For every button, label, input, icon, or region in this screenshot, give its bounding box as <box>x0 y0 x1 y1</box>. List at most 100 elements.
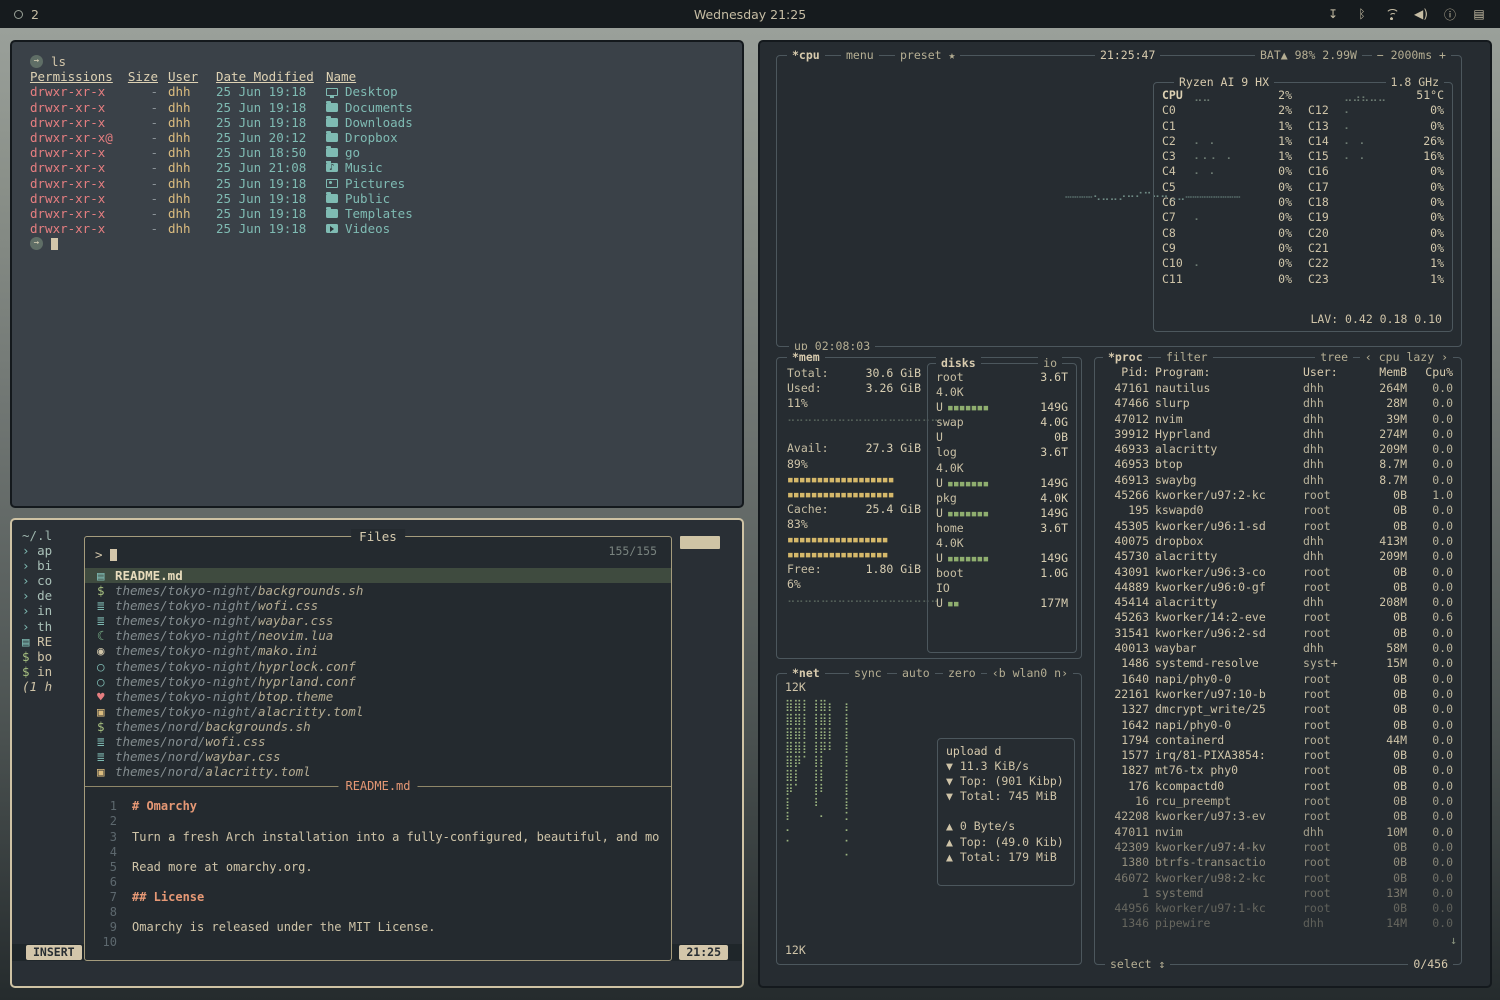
preview-line: 9Omarchy is released under the MIT Licen… <box>95 920 661 935</box>
tree-toggle[interactable]: tree <box>1315 350 1353 365</box>
tray-volume-icon[interactable]: ◀) <box>1414 7 1428 21</box>
tray-bluetooth-icon[interactable]: ᛒ <box>1355 7 1369 21</box>
workspace-indicator[interactable]: 2 <box>14 7 39 22</box>
net-interface-selector[interactable]: ‹b wlan0 n› <box>987 666 1073 681</box>
net-auto-button[interactable]: auto <box>897 666 935 681</box>
process-row[interactable]: 45414 alacritty dhh 208M 0.0 <box>1103 595 1453 610</box>
tray-download-icon[interactable]: ↧ <box>1326 7 1340 21</box>
disk-line: 4.0K <box>936 536 1068 551</box>
file-tree-item[interactable]: › in <box>22 603 86 618</box>
process-row[interactable]: 46913 swaybg dhh 8.7M 0.0 <box>1103 473 1453 488</box>
cpu-panel-title[interactable]: *cpu <box>787 48 825 63</box>
file-tree-item[interactable]: › th <box>22 619 86 634</box>
filter-button[interactable]: filter <box>1161 350 1213 365</box>
picker-item[interactable]: ▤README.md <box>85 568 671 583</box>
picker-item[interactable]: ○themes/tokyo-night/hyprland.conf <box>85 674 671 689</box>
file-tree-item[interactable]: (1 h <box>22 679 86 694</box>
process-row[interactable]: 47466 slurp dhh 28M 0.0 <box>1103 396 1453 411</box>
process-row[interactable]: 42309 kworker/u97:4-kv root 0B 0.0 <box>1103 840 1453 855</box>
disk-line: 4.0K <box>936 461 1068 476</box>
process-row[interactable]: 46933 alacritty dhh 209M 0.0 <box>1103 442 1453 457</box>
process-row[interactable]: 42208 kworker/u97:3-ev root 0B 0.0 <box>1103 809 1453 824</box>
process-row[interactable]: 195 kswapd0 root 0B 0.0 <box>1103 503 1453 518</box>
process-row[interactable]: 47011 nvim dhh 10M 0.0 <box>1103 825 1453 840</box>
disk-line: home 3.6T <box>936 521 1068 536</box>
process-row[interactable]: 45305 kworker/u96:1-sd root 0B 0.0 <box>1103 519 1453 534</box>
process-row[interactable]: 1577 irq/81-PIXA3854: root 0B 0.0 <box>1103 748 1453 763</box>
process-row[interactable]: 31541 kworker/u96:2-sd root 0B 0.0 <box>1103 626 1453 641</box>
sort-selector[interactable]: ‹ cpu lazy › <box>1360 350 1453 365</box>
process-row[interactable]: 1640 napi/phy0-0 root 0B 0.0 <box>1103 672 1453 687</box>
picker-item[interactable]: $themes/nord/backgrounds.sh <box>85 719 671 734</box>
process-row[interactable]: 16 rcu_preempt root 0B 0.0 <box>1103 794 1453 809</box>
process-row[interactable]: 176 kcompactd0 root 0B 0.0 <box>1103 779 1453 794</box>
file-tree-item[interactable]: › ap <box>22 543 86 558</box>
process-table-header[interactable]: Pid: Program: User: MemB Cpu% <box>1103 365 1453 380</box>
file-tree-item[interactable]: › de <box>22 588 86 603</box>
process-row[interactable]: 1794 containerd root 44M 0.0 <box>1103 733 1453 748</box>
file-tree-item[interactable]: › co <box>22 573 86 588</box>
terminal-cursor[interactable] <box>51 238 58 250</box>
picker-item[interactable]: ≣themes/nord/waybar.css <box>85 749 671 764</box>
scroll-indicator[interactable] <box>680 536 720 549</box>
file-tree-item[interactable]: $ bo <box>22 649 86 664</box>
process-row[interactable]: 1486 systemd-resolve syst+ 15M 0.0 <box>1103 656 1453 671</box>
process-row[interactable]: 46072 kworker/u98:2-kc root 0B 0.0 <box>1103 871 1453 886</box>
picker-item[interactable]: ☾themes/tokyo-night/neovim.lua <box>85 628 671 643</box>
picker-item[interactable]: $themes/tokyo-night/backgrounds.sh <box>85 583 671 598</box>
picker-item[interactable]: ≣themes/tokyo-night/waybar.css <box>85 613 671 628</box>
process-row[interactable]: 45266 kworker/u97:2-kc root 0B 1.0 <box>1103 488 1453 503</box>
memory-stat-line: 83% <box>787 517 921 532</box>
tray-clipboard-icon[interactable]: ▤ <box>1472 7 1486 21</box>
process-row[interactable]: 46953 btop dhh 8.7M 0.0 <box>1103 457 1453 472</box>
tray-info-icon[interactable]: ⓘ <box>1443 6 1457 23</box>
disks-panel-title[interactable]: disks <box>936 356 981 371</box>
process-row[interactable]: 1642 napi/phy0-0 root 0B 0.0 <box>1103 718 1453 733</box>
process-row[interactable]: 1327 dmcrypt_write/25 root 0B 0.0 <box>1103 702 1453 717</box>
process-row[interactable]: 40075 dropbox dhh 413M 0.0 <box>1103 534 1453 549</box>
network-graph-line: ⣿⣿⡇⢸⡿⠇⠀⡇ <box>785 740 852 754</box>
net-sync-button[interactable]: sync <box>849 666 887 681</box>
menu-button[interactable]: menu <box>841 48 879 63</box>
picker-item[interactable]: ≣themes/tokyo-night/wofi.css <box>85 598 671 613</box>
file-tree-item[interactable]: $ in <box>22 664 86 679</box>
tray-wifi-icon[interactable] <box>1384 9 1399 20</box>
picker-item[interactable]: ≣themes/nord/wofi.css <box>85 734 671 749</box>
picker-search-input[interactable]: > <box>95 545 661 565</box>
file-tree-item[interactable]: ▤ RE <box>22 634 86 649</box>
process-row[interactable]: 43091 kworker/u96:3-co root 0B 0.0 <box>1103 565 1453 580</box>
process-row[interactable]: 47161 nautilus dhh 264M 0.0 <box>1103 381 1453 396</box>
picker-item[interactable]: ▣themes/nord/alacritty.toml <box>85 764 671 779</box>
line-number: 2 <box>95 814 117 829</box>
ls-header-cell: Size <box>124 69 158 84</box>
process-row[interactable]: 45730 alacritty dhh 209M 0.0 <box>1103 549 1453 564</box>
file-type-icon: ≣ <box>97 734 115 749</box>
system-tray: ↧ ᛒ ◀) ⓘ ▤ <box>1326 6 1486 23</box>
process-row[interactable]: 45263 kworker/14:2-eve root 0B 0.6 <box>1103 610 1453 625</box>
process-panel-title[interactable]: *proc <box>1103 350 1148 365</box>
process-row[interactable]: 1827 mt76-tx phy0 root 0B 0.0 <box>1103 763 1453 778</box>
picker-item[interactable]: ◉themes/tokyo-night/mako.ini <box>85 643 671 658</box>
process-row[interactable]: 1380 btrfs-transactio root 0B 0.0 <box>1103 855 1453 870</box>
picker-item[interactable]: ▣themes/tokyo-night/alacritty.toml <box>85 704 671 719</box>
file-tree-item[interactable]: › bi <box>22 558 86 573</box>
process-row[interactable]: 1 systemd root 13M 0.0 <box>1103 886 1453 901</box>
memory-panel-title[interactable]: *mem <box>787 350 825 365</box>
net-zero-button[interactable]: zero <box>943 666 981 681</box>
file-name: Templates <box>326 206 742 221</box>
process-row[interactable]: 22161 kworker/u97:10-b root 0B 0.0 <box>1103 687 1453 702</box>
network-panel-title[interactable]: *net <box>787 666 825 681</box>
process-row[interactable]: 39912 Hyprland dhh 274M 0.0 <box>1103 427 1453 442</box>
process-row[interactable]: 40013 waybar dhh 58M 0.0 <box>1103 641 1453 656</box>
process-row[interactable]: 44956 kworker/u97:1-kc root 0B 0.0 <box>1103 901 1453 916</box>
preset-button[interactable]: preset ★ <box>895 48 960 63</box>
picker-item[interactable]: ○themes/tokyo-night/hyprlock.conf <box>85 659 671 674</box>
process-row[interactable]: 47012 nvim dhh 39M 0.0 <box>1103 412 1453 427</box>
update-interval-control[interactable]: − 2000ms + <box>1372 48 1451 63</box>
picker-item[interactable]: ♥themes/tokyo-night/btop.theme <box>85 689 671 704</box>
scroll-down-icon[interactable]: ↓ <box>1450 933 1457 948</box>
network-stat-line: upload d <box>946 744 1066 759</box>
process-row[interactable]: 1346 pipewire dhh 14M 0.0 <box>1103 916 1453 931</box>
io-toggle[interactable]: io <box>1038 356 1062 371</box>
process-row[interactable]: 44889 kworker/u96:0-gf root 0B 0.0 <box>1103 580 1453 595</box>
